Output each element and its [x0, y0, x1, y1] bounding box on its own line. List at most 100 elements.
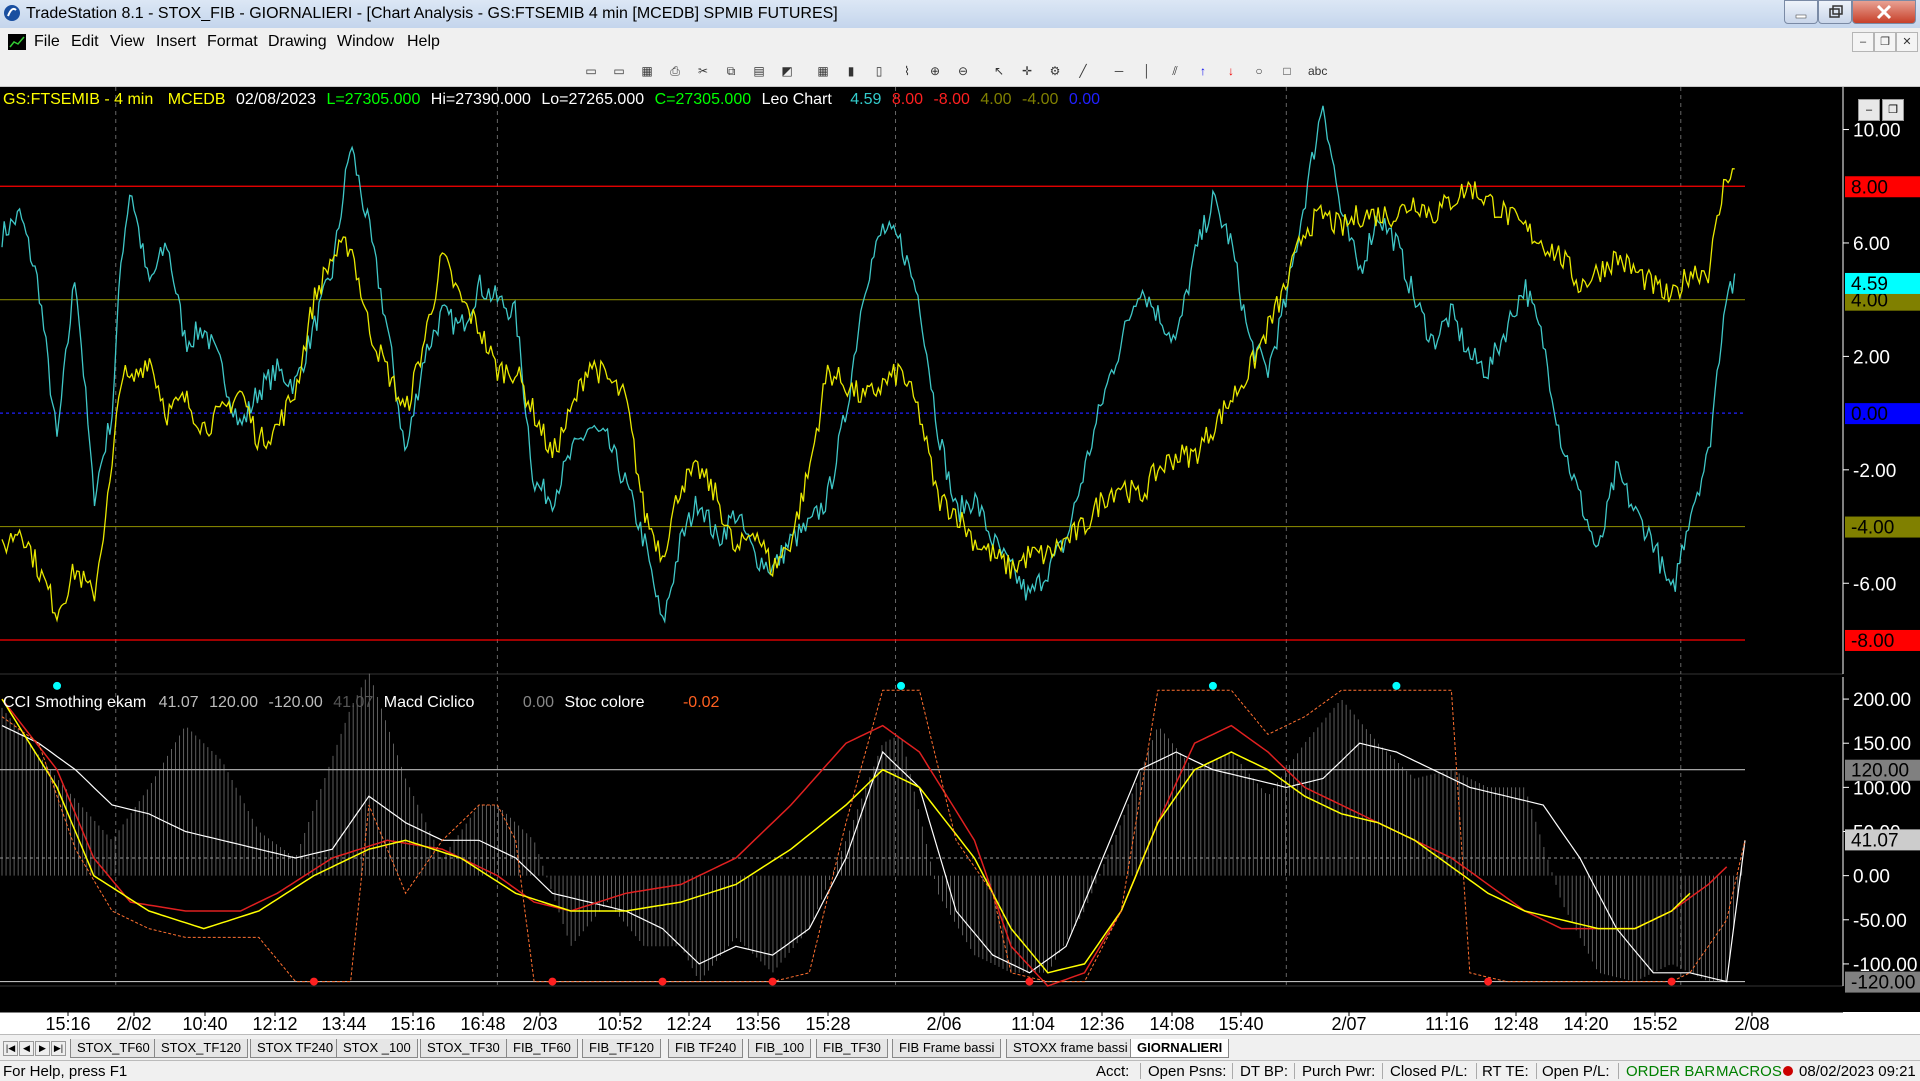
macros-button[interactable]: MACROS: [1716, 1063, 1782, 1080]
tab-stox-tf60[interactable]: STOX_TF60: [70, 1039, 157, 1058]
tab-fib-tf120[interactable]: FIB_TF120: [582, 1039, 662, 1058]
tab-stox-100[interactable]: STOX _100: [336, 1039, 418, 1058]
tab-fib-tf60[interactable]: FIB_TF60: [506, 1039, 578, 1058]
menu-help[interactable]: Help: [407, 33, 440, 51]
signal-dot: [548, 977, 557, 986]
restore-icon: [1829, 5, 1843, 18]
menu-format[interactable]: Format: [207, 33, 258, 51]
channel-icon[interactable]: ⫽: [1168, 64, 1182, 78]
pane-minimize-button[interactable]: –: [1858, 99, 1880, 121]
y-tick-label: 2.00: [1853, 347, 1890, 368]
time-tick-label: 15:52: [1632, 1014, 1677, 1034]
status-separator: [1382, 1063, 1383, 1079]
close-label: C=27305.000: [654, 91, 752, 108]
line-icon[interactable]: ⌇: [900, 64, 914, 78]
properties-icon[interactable]: ⚙: [1048, 64, 1062, 78]
tab-stox-tf120[interactable]: STOX_TF120: [154, 1039, 248, 1058]
y-tick-label: 0.00: [1853, 867, 1890, 888]
copy-icon[interactable]: ⧉: [724, 64, 738, 78]
time-tick-label: 12:24: [666, 1014, 711, 1034]
signal-dot: [658, 977, 667, 986]
signal-dot: [309, 977, 318, 986]
level-label: 8.00: [1851, 177, 1888, 198]
tab-fib-frame-bassi[interactable]: FIB Frame bassi: [892, 1039, 1002, 1058]
chart-icon[interactable]: ◩: [780, 64, 794, 78]
tab-prev-button[interactable]: ◀: [19, 1041, 34, 1056]
menu-window[interactable]: Window: [337, 33, 394, 51]
pointer-icon[interactable]: ↖: [992, 64, 1006, 78]
tab-stox-tf240[interactable]: STOX TF240: [250, 1039, 341, 1058]
stoc-value: -0.02: [682, 694, 720, 711]
tab-stox-tf30[interactable]: STOX_TF30: [420, 1039, 507, 1058]
status-help: For Help, press F1: [3, 1063, 128, 1080]
menu-file[interactable]: File: [34, 33, 60, 51]
vline-icon[interactable]: │: [1140, 64, 1154, 78]
chart-area[interactable]: 10.00 6.00 2.00 -2.00 -6.00 8.00 4.00 0.00 -4.00…: [0, 87, 1920, 1012]
arrow-down-icon[interactable]: ↓: [1224, 64, 1238, 78]
y-tick-label: 10.00: [1853, 121, 1901, 142]
trendline-icon[interactable]: ╱: [1076, 64, 1090, 78]
low-label: Lo=27265.000: [541, 91, 645, 108]
indicator-value-2: 8.00: [891, 91, 924, 108]
tab-giornalieri[interactable]: GIORNALIERI: [1130, 1039, 1230, 1058]
save-icon[interactable]: ▦: [640, 64, 654, 78]
tab-last-button[interactable]: ▶|: [51, 1041, 66, 1056]
minimize-button[interactable]: [1784, 0, 1818, 24]
signal-dot: [768, 977, 777, 986]
tab-stoxx-frame-bassi[interactable]: STOXX frame bassi: [1006, 1039, 1135, 1058]
mdi-restore-button[interactable]: ❐: [1874, 32, 1896, 52]
cci-label: CCI Smothing ekam: [3, 694, 147, 711]
menu-insert[interactable]: Insert: [156, 33, 196, 51]
hline-icon[interactable]: ─: [1112, 64, 1126, 78]
rectangle-icon[interactable]: □: [1280, 64, 1294, 78]
signal-dot: [1025, 977, 1034, 986]
level-label: -8.00: [1851, 631, 1894, 652]
stoc-label: Stoc colore: [564, 694, 645, 711]
tab-next-button[interactable]: ▶: [35, 1041, 50, 1056]
mdi-close-button[interactable]: ✕: [1896, 32, 1918, 52]
restore-button[interactable]: [1818, 0, 1852, 24]
new-icon[interactable]: ▭: [584, 64, 598, 78]
text-icon[interactable]: abc: [1308, 64, 1327, 78]
menu-view[interactable]: View: [110, 33, 144, 51]
signal-dot: [1667, 977, 1676, 986]
tab-fib-tf30[interactable]: FIB_TF30: [816, 1039, 888, 1058]
workspace-tabs: |◀ ◀ ▶ ▶| STOX_TF60 STOX_TF120 STOX TF240 S…: [0, 1034, 1920, 1061]
print-icon[interactable]: ⎙: [668, 64, 682, 78]
tab-first-button[interactable]: |◀: [3, 1041, 18, 1056]
mdi-minimize-button[interactable]: –: [1852, 32, 1874, 52]
zoom-in-icon[interactable]: ⊕: [928, 64, 942, 78]
open-icon[interactable]: ▭: [612, 64, 626, 78]
grid-icon[interactable]: ▦: [816, 64, 830, 78]
horizontal-scrollbar[interactable]: [0, 1033, 1920, 1034]
crosshair-icon[interactable]: ✛: [1020, 64, 1034, 78]
indicator-pane-header: CCI Smothing ekam 41.07 120.00 -120.00 4…: [3, 694, 719, 712]
menu-drawing[interactable]: Drawing: [268, 33, 327, 51]
menu-edit[interactable]: Edit: [71, 33, 99, 51]
tab-fib-100[interactable]: FIB_100: [748, 1039, 812, 1058]
zoom-out-icon[interactable]: ⊖: [956, 64, 970, 78]
pane-restore-button[interactable]: ❐: [1882, 99, 1904, 121]
time-tick-label: 12:36: [1079, 1014, 1124, 1034]
indicator-value-3: -8.00: [933, 91, 970, 108]
ellipse-icon[interactable]: ○: [1252, 64, 1266, 78]
paste-icon[interactable]: ▤: [752, 64, 766, 78]
tab-fib-tf240[interactable]: FIB TF240: [668, 1039, 744, 1058]
order-bar-button[interactable]: ORDER BAR: [1626, 1063, 1715, 1080]
level-label: -120.00: [1851, 973, 1915, 994]
cut-icon[interactable]: ✂: [696, 64, 710, 78]
current-value-label: 4.59: [1851, 274, 1888, 295]
time-tick-label: 10:40: [182, 1014, 227, 1034]
tradestation-app-icon[interactable]: [3, 4, 21, 22]
chart-window-icon[interactable]: [8, 34, 26, 50]
candle-icon[interactable]: ▯: [872, 64, 886, 78]
chart-canvas[interactable]: 10.00 6.00 2.00 -2.00 -6.00 8.00 4.00 0.00 -4.00…: [0, 87, 1920, 1012]
y-tick-label: -2.00: [1853, 461, 1896, 482]
status-rt-te: RT TE:: [1482, 1063, 1529, 1080]
time-tick-label: 15:16: [45, 1014, 90, 1034]
time-tick-label: 2/06: [926, 1014, 961, 1034]
price-pane: 10.00 6.00 2.00 -2.00 -6.00 8.00 4.00 0.00 -4.00…: [0, 87, 1920, 675]
arrow-up-icon[interactable]: ↑: [1196, 64, 1210, 78]
bar-icon[interactable]: ▮: [844, 64, 858, 78]
close-button[interactable]: [1852, 0, 1916, 24]
